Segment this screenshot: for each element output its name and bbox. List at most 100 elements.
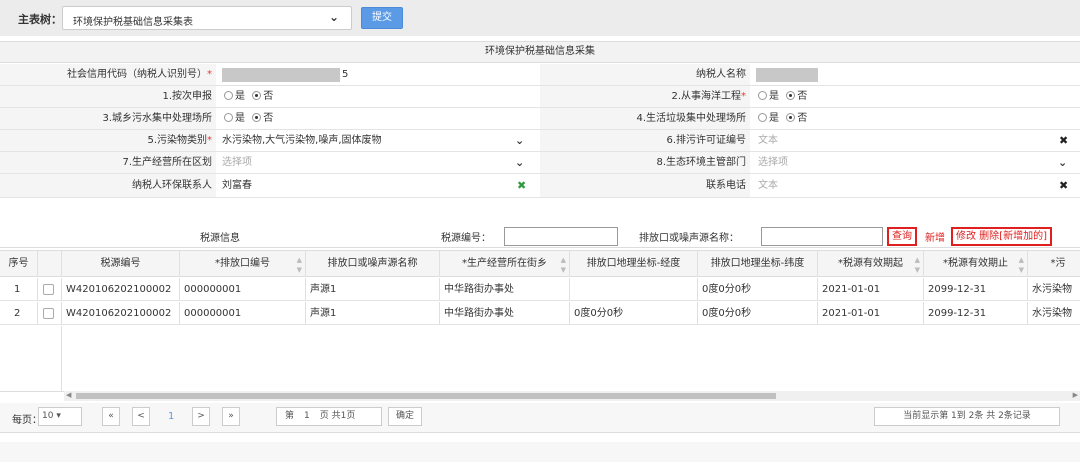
cell-longitude: 0度0分0秒	[570, 302, 698, 325]
cell-valid-to: 2099-12-31	[924, 302, 1028, 325]
col-outlet-name[interactable]: 排放口或噪声源名称	[306, 251, 440, 277]
page-suffix: 页 共1页	[319, 411, 356, 421]
row-checkbox[interactable]	[38, 278, 62, 301]
cell-tax-no: W420106202100002	[62, 302, 180, 325]
col-index: 序号	[0, 251, 38, 277]
q2-no-label: 否	[797, 91, 808, 102]
tax-no-input[interactable]	[504, 227, 618, 246]
q4-label: 4.生活垃圾集中处理场所	[540, 108, 750, 129]
table-empty-area	[0, 326, 62, 391]
chevron-down-icon: ⌄	[328, 10, 339, 24]
table-row[interactable]: 1 W420106202100002 000000001 声源1 中华路街办事处…	[0, 278, 1080, 301]
q1-label: 1.按次申报	[0, 86, 216, 107]
last-page-button[interactable]: »	[222, 407, 240, 426]
q8-select[interactable]: 选择项	[754, 152, 1044, 173]
query-button[interactable]: 查询	[887, 227, 917, 246]
page-prefix: 第	[285, 411, 295, 421]
q2-no-radio[interactable]	[786, 90, 796, 100]
page-jump-input[interactable]: 1	[297, 408, 317, 425]
credit-code-masked	[222, 68, 340, 82]
outlet-name-input[interactable]	[761, 227, 883, 246]
col-longitude[interactable]: 排放口地理坐标-经度	[570, 251, 698, 277]
cell-latitude: 0度0分0秒	[698, 278, 818, 301]
col-tax-no[interactable]: 税源编号	[62, 251, 180, 277]
col-valid-to[interactable]: *税源有效期止 ▲ ▼	[924, 251, 1028, 277]
q7-select[interactable]: 选择项	[218, 152, 508, 173]
q4-yes-radio[interactable]	[758, 112, 767, 122]
form-row-credit: 社会信用代码（纳税人识别号）* 5 纳税人名称	[0, 64, 1080, 86]
clear-icon[interactable]: ✖	[1059, 174, 1068, 197]
q4-no-label: 否	[797, 113, 808, 124]
cell-street: 中华路街办事处	[440, 302, 570, 325]
cell-tax-no: W420106202100002	[62, 278, 180, 301]
scroll-thumb[interactable]	[76, 393, 776, 399]
cell-longitude	[570, 278, 698, 301]
q3-yes-radio[interactable]	[224, 112, 233, 122]
edit-delete-link[interactable]: 修改 删除[新增加的]	[951, 227, 1052, 246]
col-outlet-no[interactable]: *排放口编号 ▲ ▼	[180, 251, 306, 277]
phone-label: 联系电话	[540, 174, 750, 197]
cell-index: 1	[0, 278, 38, 301]
row-checkbox[interactable]	[38, 302, 62, 325]
form-row-q5-q6: 5.污染物类别* 水污染物,大气污染物,噪声,固体废物 ⌄ 6.排污许可证编号 …	[0, 130, 1080, 152]
cell-latitude: 0度0分0秒	[698, 302, 818, 325]
table-row[interactable]: 2 W420106202100002 000000001 声源1 中华路街办事处…	[0, 302, 1080, 325]
cell-valid-to: 2099-12-31	[924, 278, 1028, 301]
scroll-right-icon[interactable]: ▶	[1073, 391, 1078, 399]
tax-source-table: 序号 税源编号 *排放口编号 ▲ ▼ 排放口或噪声源名称 *生产经营所在街乡 ▲ ▼ 排…	[0, 250, 1080, 392]
next-page-button[interactable]: >	[192, 407, 210, 426]
cell-pollutant: 水污染物	[1032, 284, 1072, 295]
cell-outlet-name: 声源1	[306, 278, 440, 301]
q1-yes-radio[interactable]	[224, 90, 233, 100]
current-page[interactable]: 1	[168, 411, 174, 422]
q5-select[interactable]: 水污染物,大气污染物,噪声,固体废物	[218, 130, 534, 151]
cell-outlet-no: 000000001	[180, 302, 306, 325]
submit-button[interactable]: 提交	[361, 7, 403, 29]
col-pollutant[interactable]: *污	[1028, 251, 1080, 277]
q3-no-radio[interactable]	[252, 112, 262, 122]
taxpayer-name-label: 纳税人名称	[540, 64, 750, 85]
q1-yes-label: 是	[235, 91, 245, 102]
q2-yes-radio[interactable]	[758, 90, 767, 100]
main-tree-select[interactable]: 环境保护税基础信息采集表 ⌄	[62, 6, 352, 30]
q3-yes-label: 是	[235, 113, 245, 124]
tax-source-title: 税源信息	[200, 233, 240, 244]
q6-input[interactable]: 文本	[754, 130, 1054, 151]
chevron-down-icon: ⌄	[1058, 156, 1068, 169]
scroll-left-icon[interactable]: ◀	[66, 391, 71, 399]
chevron-down-icon: ⌄	[515, 156, 525, 169]
q5-label: 5.污染物类别*	[0, 130, 216, 151]
cell-valid-from: 2021-01-01	[818, 302, 924, 325]
q3-no-label: 否	[263, 113, 274, 124]
q8-label: 8.生态环境主管部门	[540, 152, 750, 173]
cell-street: 中华路街办事处	[440, 278, 570, 301]
col-valid-from[interactable]: *税源有效期起 ▲ ▼	[818, 251, 924, 277]
q1-no-label: 否	[263, 91, 274, 102]
prev-page-button[interactable]: <	[132, 407, 150, 426]
cell-pollutant: 水污染物	[1032, 308, 1072, 319]
col-check	[38, 251, 62, 277]
q4-radio-group[interactable]: 是 否	[750, 108, 807, 129]
phone-input[interactable]: 文本	[754, 174, 1044, 195]
q1-no-radio[interactable]	[252, 90, 262, 100]
table-hscrollbar[interactable]: ◀ ▶	[64, 391, 1080, 401]
clear-icon[interactable]: ✖	[517, 174, 526, 197]
q3-radio-group[interactable]: 是 否	[216, 108, 273, 129]
confirm-page-button[interactable]: 确定	[388, 407, 422, 426]
col-latitude[interactable]: 排放口地理坐标-纬度	[698, 251, 818, 277]
add-link[interactable]: 新增	[925, 229, 945, 244]
taxpayer-name-masked	[756, 68, 818, 82]
q4-yes-label: 是	[769, 113, 779, 124]
q4-no-radio[interactable]	[786, 112, 796, 122]
per-page-select[interactable]: 10 ▾	[38, 407, 82, 426]
tax-no-label: 税源编号：	[441, 233, 491, 244]
col-street[interactable]: *生产经营所在街乡 ▲ ▼	[440, 251, 570, 277]
cell-valid-from: 2021-01-01	[818, 278, 924, 301]
q1-radio-group[interactable]: 是 否	[216, 86, 273, 107]
first-page-button[interactable]: «	[102, 407, 120, 426]
q2-radio-group[interactable]: 是 否	[750, 86, 807, 107]
contact-input[interactable]: 刘富春	[218, 174, 508, 195]
form-row-q1-q2: 1.按次申报 是 否 2.从事海洋工程* 是 否	[0, 86, 1080, 108]
chevron-down-icon: ⌄	[515, 134, 525, 147]
clear-icon[interactable]: ✖	[1059, 130, 1068, 151]
